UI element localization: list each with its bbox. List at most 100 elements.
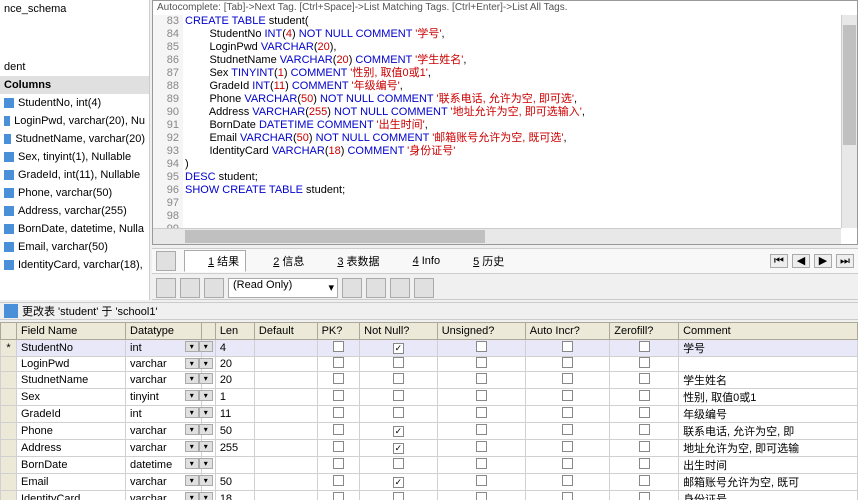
datatype-expand[interactable]: [201, 406, 215, 423]
field-name-cell[interactable]: GradeId: [17, 406, 126, 423]
nav-first-button[interactable]: ⏮: [770, 254, 788, 268]
columns-header[interactable]: Columns: [0, 76, 149, 94]
comment-cell[interactable]: 性别, 取值0或1: [679, 389, 858, 406]
checkbox[interactable]: [639, 475, 650, 486]
table-row[interactable]: GradeIdint 11 年级编号: [1, 406, 858, 423]
checkbox[interactable]: [639, 390, 650, 401]
datatype-expand[interactable]: [201, 340, 215, 357]
grid-header[interactable]: Unsigned?: [437, 323, 525, 340]
default-cell[interactable]: [254, 423, 317, 440]
column-item[interactable]: IdentityCard, varchar(18),: [0, 256, 149, 274]
column-item[interactable]: Sex, tinyint(1), Nullable: [0, 148, 149, 166]
checkbox[interactable]: [639, 407, 650, 418]
checkbox[interactable]: [562, 475, 573, 486]
grid-header[interactable]: [201, 323, 215, 340]
field-name-cell[interactable]: BornDate: [17, 457, 126, 474]
column-item[interactable]: BornDate, datetime, Nulla: [0, 220, 149, 238]
checkbox[interactable]: [393, 426, 404, 437]
vertical-scrollbar[interactable]: [841, 15, 857, 228]
default-cell[interactable]: [254, 389, 317, 406]
field-name-cell[interactable]: LoginPwd: [17, 357, 126, 372]
grid-header[interactable]: [1, 323, 17, 340]
checkbox[interactable]: [562, 458, 573, 469]
tab-1结果[interactable]: 1 结果: [184, 250, 246, 272]
checkbox[interactable]: [562, 424, 573, 435]
checkbox[interactable]: [476, 441, 487, 452]
datatype-cell[interactable]: varchar: [126, 491, 202, 500]
len-cell[interactable]: 1: [215, 389, 254, 406]
column-item[interactable]: StudnetName, varchar(20): [0, 130, 149, 148]
table-row[interactable]: Phonevarchar50联系电话, 允许为空, 即: [1, 423, 858, 440]
grid-header[interactable]: PK?: [317, 323, 360, 340]
datatype-cell[interactable]: int: [126, 406, 202, 423]
grid-header[interactable]: Datatype: [126, 323, 202, 340]
len-cell[interactable]: 20: [215, 357, 254, 372]
len-cell[interactable]: 50: [215, 423, 254, 440]
comment-cell[interactable]: 年级编号: [679, 406, 858, 423]
checkbox[interactable]: [476, 424, 487, 435]
datatype-cell[interactable]: varchar: [126, 423, 202, 440]
paste-icon[interactable]: [414, 278, 434, 298]
save-icon[interactable]: [366, 278, 386, 298]
tab-2信息[interactable]: 2 信息: [250, 250, 310, 272]
grid-header[interactable]: Zerofill?: [610, 323, 679, 340]
checkbox[interactable]: [476, 407, 487, 418]
checkbox[interactable]: [333, 492, 344, 500]
field-name-cell[interactable]: StudnetName: [17, 372, 126, 389]
datatype-expand[interactable]: [201, 423, 215, 440]
field-name-cell[interactable]: IdentityCard: [17, 491, 126, 500]
checkbox[interactable]: [333, 458, 344, 469]
comment-cell[interactable]: 邮箱账号允许为空, 既可: [679, 474, 858, 491]
datatype-cell[interactable]: varchar: [126, 372, 202, 389]
column-item[interactable]: LoginPwd, varchar(20), Nu: [0, 112, 149, 130]
table-row[interactable]: IdentityCardvarchar 18 身份证号: [1, 491, 858, 500]
readonly-select[interactable]: (Read Only): [228, 278, 338, 298]
table-item[interactable]: dent: [0, 58, 149, 76]
checkbox[interactable]: [333, 475, 344, 486]
column-item[interactable]: Email, varchar(50): [0, 238, 149, 256]
datatype-cell[interactable]: datetime: [126, 457, 202, 474]
len-cell[interactable]: 18: [215, 491, 254, 500]
comment-cell[interactable]: 身份证号: [679, 491, 858, 500]
checkbox[interactable]: [476, 341, 487, 352]
table-row[interactable]: Addressvarchar255地址允许为空, 即可选输: [1, 440, 858, 457]
field-name-cell[interactable]: Sex: [17, 389, 126, 406]
comment-cell[interactable]: 地址允许为空, 即可选输: [679, 440, 858, 457]
datatype-expand[interactable]: [201, 357, 215, 372]
column-item[interactable]: Address, varchar(255): [0, 202, 149, 220]
checkbox[interactable]: [639, 441, 650, 452]
nav-prev-button[interactable]: ◀: [792, 254, 810, 268]
refresh-icon[interactable]: [156, 251, 176, 271]
tool-icon[interactable]: [342, 278, 362, 298]
tab-3表数据[interactable]: 3 表数据: [314, 250, 385, 272]
checkbox[interactable]: [562, 341, 573, 352]
checkbox[interactable]: [562, 407, 573, 418]
checkbox[interactable]: [639, 424, 650, 435]
default-cell[interactable]: [254, 457, 317, 474]
field-name-cell[interactable]: Email: [17, 474, 126, 491]
column-item[interactable]: GradeId, int(11), Nullable: [0, 166, 149, 184]
datatype-expand[interactable]: [201, 491, 215, 500]
nav-last-button[interactable]: ⏭: [836, 254, 854, 268]
len-cell[interactable]: 20: [215, 372, 254, 389]
checkbox[interactable]: [333, 341, 344, 352]
checkbox[interactable]: [476, 390, 487, 401]
tab-4Info[interactable]: 4 Info: [390, 250, 447, 272]
schema-item[interactable]: nce_schema: [0, 0, 149, 18]
len-cell[interactable]: 11: [215, 406, 254, 423]
checkbox[interactable]: [476, 475, 487, 486]
checkbox[interactable]: [393, 443, 404, 454]
len-cell[interactable]: 4: [215, 340, 254, 357]
grid-header[interactable]: Auto Incr?: [525, 323, 610, 340]
field-name-cell[interactable]: Address: [17, 440, 126, 457]
checkbox[interactable]: [393, 458, 404, 469]
checkbox[interactable]: [639, 373, 650, 384]
grid-icon[interactable]: [180, 278, 200, 298]
filter-icon[interactable]: [204, 278, 224, 298]
checkbox[interactable]: [333, 390, 344, 401]
comment-cell[interactable]: 出生时间: [679, 457, 858, 474]
datatype-expand[interactable]: [201, 474, 215, 491]
checkbox[interactable]: [393, 373, 404, 384]
table-row[interactable]: Emailvarchar50邮箱账号允许为空, 既可: [1, 474, 858, 491]
checkbox[interactable]: [393, 477, 404, 488]
